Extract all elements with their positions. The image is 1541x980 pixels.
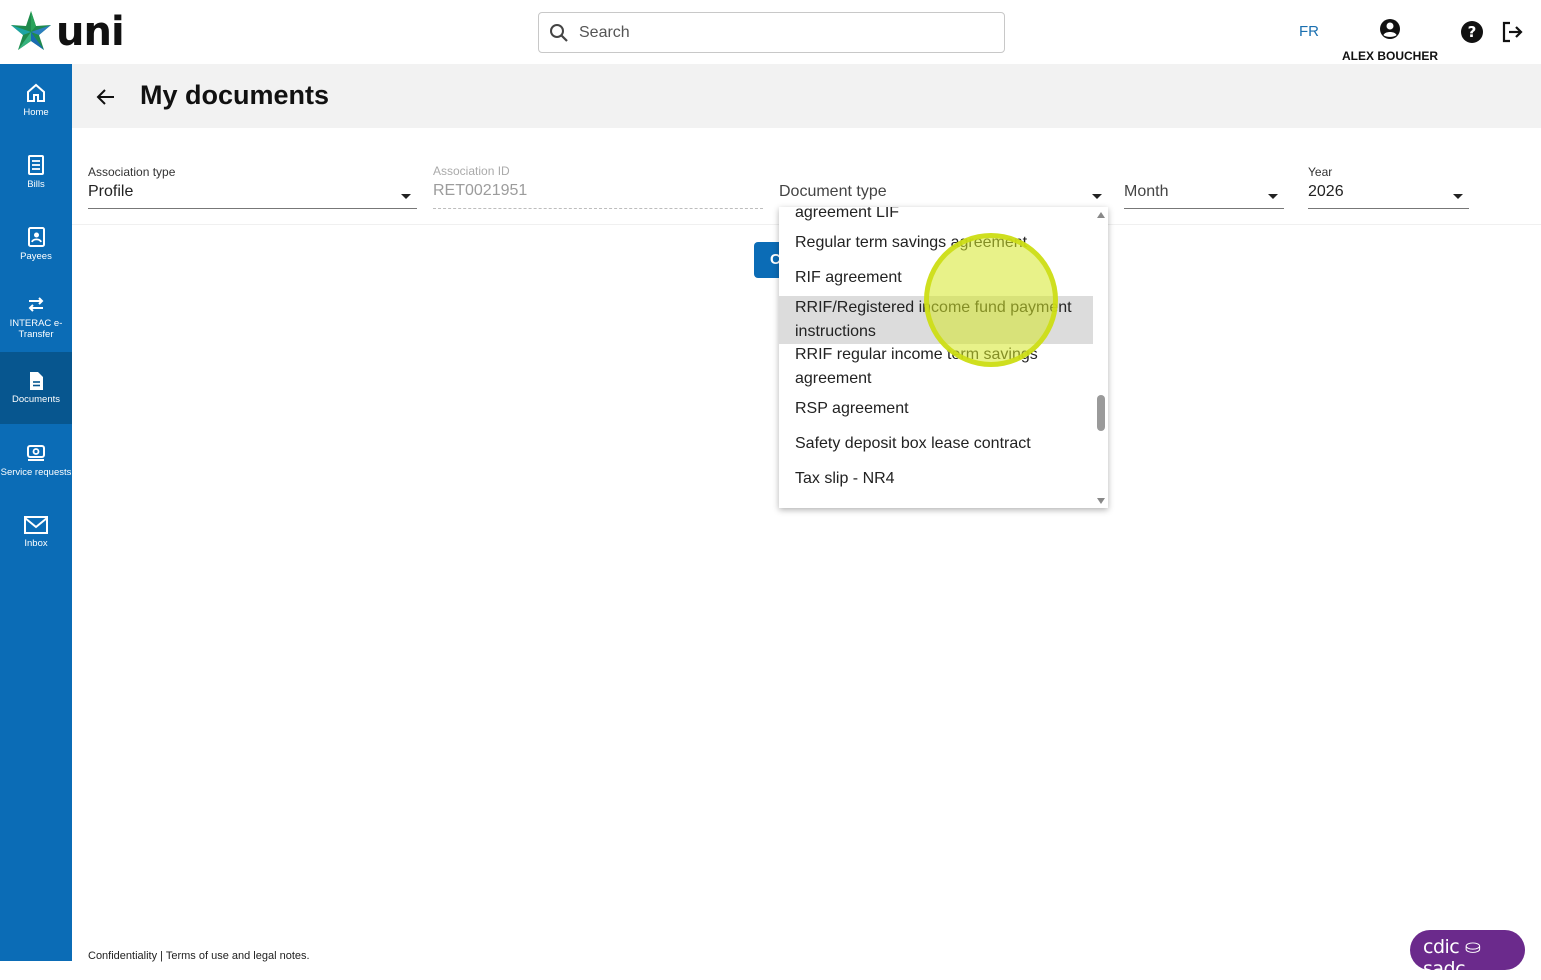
user-menu[interactable]: ALEX BOUCHER [1340, 18, 1440, 63]
arrow-left-icon [96, 89, 114, 105]
svg-text:?: ? [1468, 23, 1477, 41]
sidebar-item-inbox[interactable]: Inbox [0, 496, 72, 568]
help-icon: ? [1461, 21, 1483, 43]
logout-button[interactable] [1500, 20, 1524, 49]
account-icon [1380, 19, 1400, 39]
envelope-icon [24, 516, 48, 534]
sidebar-item-label: Documents [11, 394, 61, 405]
sidebar-item-label: Bills [27, 179, 45, 190]
association-id-value: RET0021951 [433, 182, 528, 199]
dropdown-option[interactable]: RIF agreement [779, 266, 1093, 290]
chevron-down-icon [1453, 194, 1463, 199]
sidebar-item-label: Inbox [24, 538, 48, 549]
scroll-down-icon[interactable] [1097, 498, 1105, 504]
chevron-down-icon [401, 194, 411, 199]
sidebar-item-interac[interactable]: INTERAC e-Transfer [0, 280, 72, 352]
association-type-value: Profile [88, 183, 134, 200]
search-placeholder: Search [579, 23, 630, 41]
cdic-badge[interactable]: cdic ⛀ sadc [1410, 930, 1525, 980]
association-id-label: Association ID [433, 164, 510, 178]
document-icon [30, 372, 43, 390]
sidebar-item-service-requests[interactable]: Service requests [0, 424, 72, 496]
user-name: ALEX BOUCHER [1341, 49, 1438, 63]
document-type-dropdown[interactable]: agreement LIF Regular term savings agree… [779, 207, 1108, 508]
bill-icon [28, 155, 44, 175]
transfer-icon [28, 296, 44, 312]
page-title: My documents [140, 80, 330, 110]
scroll-up-icon[interactable] [1097, 212, 1105, 218]
top-bar: uni Search FR ALEX BOUCHER ? [0, 0, 1541, 64]
dropdown-option[interactable]: agreement LIF [779, 207, 1093, 225]
sidebar-item-label: Payees [20, 251, 52, 262]
dropdown-option[interactable]: Safety deposit box lease contract [779, 432, 1093, 456]
brand-name: uni [56, 9, 125, 55]
sidebar-item-documents[interactable]: Documents [0, 352, 72, 424]
star-logo-icon [11, 11, 51, 50]
association-type-label: Association type [88, 165, 176, 179]
search-icon [550, 23, 568, 42]
search-input[interactable]: Search [538, 12, 1005, 53]
year-select[interactable]: Year 2026 [1308, 165, 1469, 209]
dropdown-option[interactable]: RSP agreement [779, 397, 1093, 421]
logout-icon [1502, 21, 1523, 43]
chevron-down-icon [1268, 194, 1278, 199]
sidebar-item-label: Service requests [0, 467, 72, 478]
help-button[interactable]: ? [1460, 20, 1484, 49]
sidebar-item-label: Home [23, 107, 49, 118]
month-label: Month [1124, 183, 1169, 200]
footer-links[interactable]: Confidentiality | Terms of use and legal… [88, 950, 310, 962]
year-value: 2026 [1308, 183, 1344, 200]
document-type-select[interactable]: . Document type [779, 165, 1108, 209]
sidebar: Home Bills Payees INTERAC e-Transfer Doc… [0, 64, 72, 961]
sidebar-item-payees[interactable]: Payees [0, 208, 72, 280]
sidebar-item-bills[interactable]: Bills [0, 136, 72, 208]
contacts-icon [28, 227, 45, 247]
scrollbar-thumb[interactable] [1097, 395, 1105, 431]
service-icon [27, 445, 45, 461]
sidebar-item-home[interactable]: Home [0, 64, 72, 136]
month-select[interactable]: . Month [1124, 165, 1284, 209]
association-id-field: Association ID RET0021951 [433, 164, 763, 209]
association-type-select[interactable]: Association type Profile [88, 165, 417, 209]
brand-logo[interactable]: uni [8, 9, 125, 55]
dropdown-scrollbar[interactable] [1094, 207, 1108, 508]
chevron-down-icon [1092, 194, 1102, 199]
dropdown-option-highlighted[interactable]: RRIF/Registered income fund payment inst… [779, 296, 1093, 344]
year-label: Year [1308, 165, 1333, 179]
sidebar-item-label: INTERAC e-Transfer [9, 317, 63, 340]
dropdown-option[interactable]: RRIF regular income term savings agreeme… [779, 343, 1093, 391]
document-type-label: Document type [779, 183, 887, 200]
language-toggle[interactable]: FR [1299, 23, 1319, 40]
dropdown-option[interactable]: Regular term savings agreement [779, 231, 1093, 255]
dropdown-option[interactable]: Tax slip - NR4 [779, 467, 1093, 491]
home-icon [27, 83, 45, 102]
back-button[interactable] [95, 86, 117, 113]
